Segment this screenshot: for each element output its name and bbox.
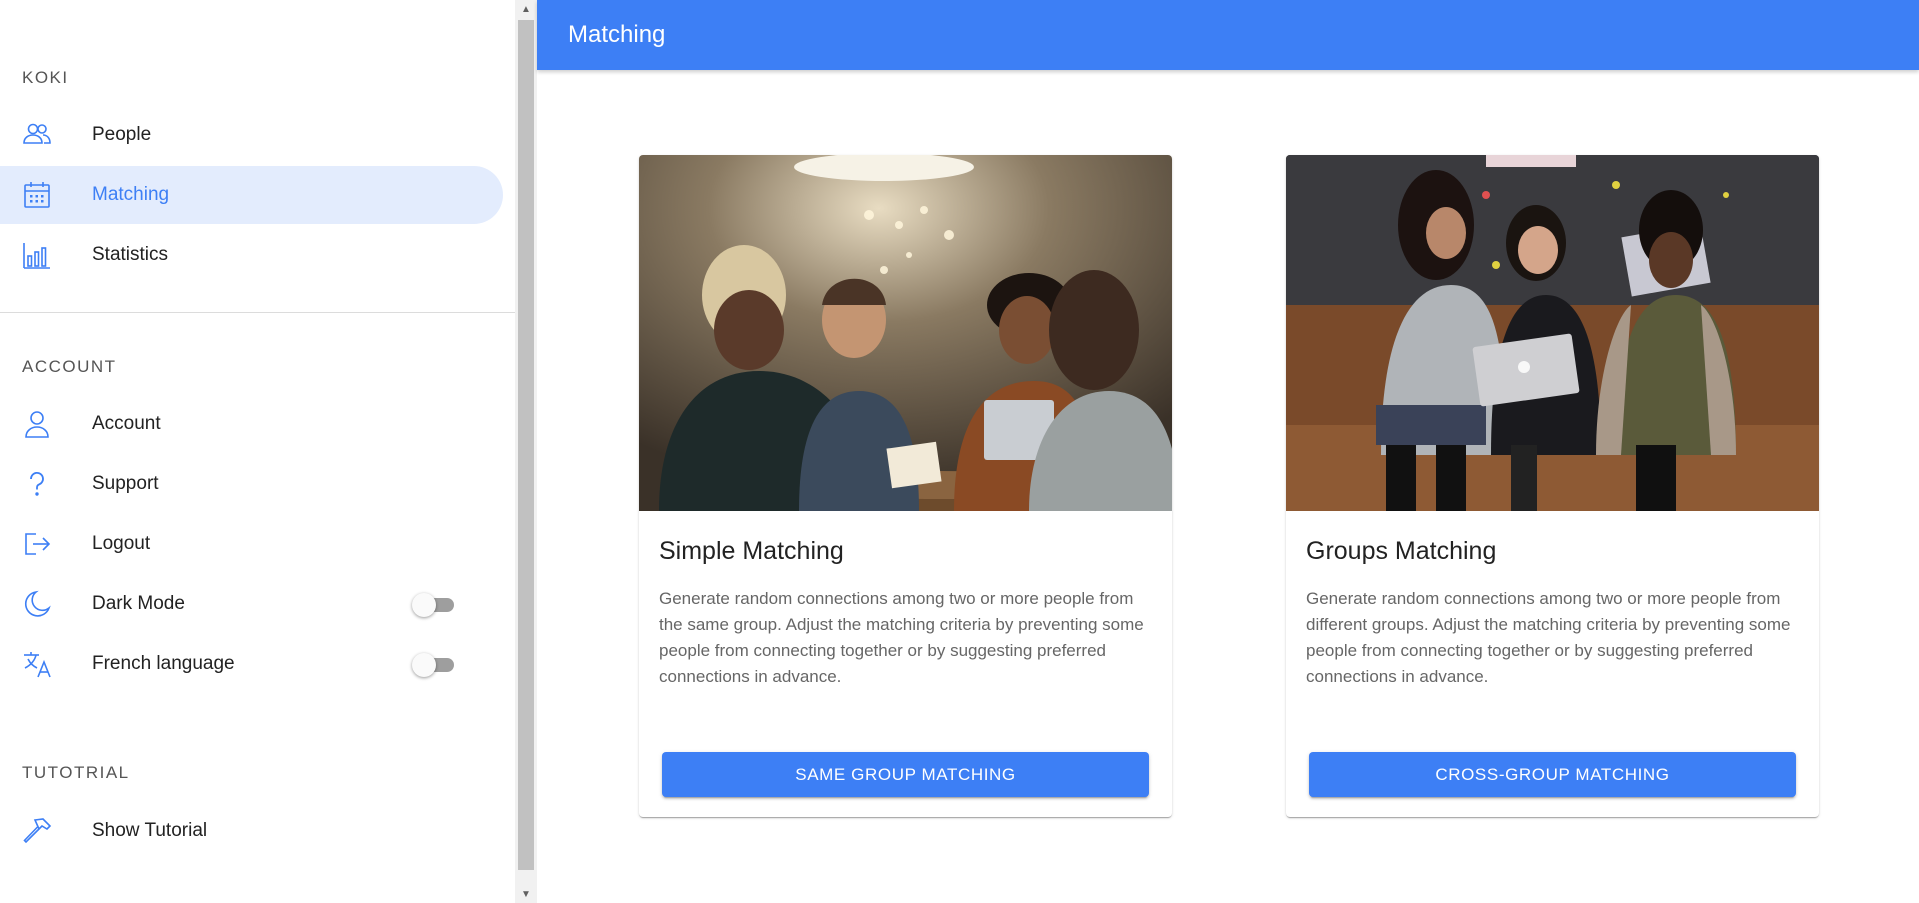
cross-group-matching-button[interactable]: CROSS-GROUP MATCHING (1309, 752, 1796, 797)
sidebar-item-label: Support (92, 473, 159, 494)
section-title-tutorial: TUTOTRIAL (22, 763, 130, 782)
sidebar-divider (0, 312, 515, 313)
bar-chart-icon (22, 240, 52, 270)
sidebar-item-french-language: French language (0, 635, 503, 693)
card-title: Simple Matching (659, 537, 844, 565)
sidebar-item-label: People (92, 124, 152, 145)
card-image (639, 155, 1172, 511)
person-icon (22, 409, 52, 439)
sidebar-item-account[interactable]: Account (0, 395, 503, 453)
app-bar: Matching (537, 0, 1919, 70)
same-group-matching-button[interactable]: SAME GROUP MATCHING (662, 752, 1149, 797)
card-title: Groups Matching (1306, 537, 1497, 565)
section-title-account: ACCOUNT (22, 357, 117, 376)
sidebar-item-dark-mode: Dark Mode (0, 575, 503, 633)
sidebar-item-label: Dark Mode (92, 593, 185, 614)
card-image (1286, 155, 1819, 511)
question-icon (22, 469, 52, 499)
sidebar-item-label: French language (92, 653, 235, 674)
hammer-icon (22, 816, 52, 846)
sidebar-item-label: Matching (92, 184, 170, 205)
sidebar-item-label: Logout (92, 533, 151, 554)
sidebar-item-label: Account (92, 413, 161, 434)
section-title-koki: KOKI (22, 68, 69, 87)
card-description: Generate random connections among two or… (1306, 589, 1791, 686)
scroll-thumb[interactable] (518, 20, 534, 870)
calendar-icon (22, 180, 52, 210)
sidebar-item-label: Show Tutorial (92, 820, 208, 841)
sidebar-item-matching[interactable]: Matching (0, 166, 503, 224)
page-title: Matching (568, 21, 666, 48)
scroll-down-arrow-icon[interactable]: ▼ (515, 885, 537, 903)
toggle-thumb (412, 653, 436, 677)
card-description: Generate random connections among two or… (659, 589, 1144, 686)
sidebar-item-logout[interactable]: Logout (0, 515, 503, 573)
scroll-up-arrow-icon[interactable]: ▲ (515, 0, 537, 18)
sidebar-item-show-tutorial[interactable]: Show Tutorial (0, 802, 503, 860)
translate-icon (22, 649, 52, 679)
sidebar: KOKI People Matching Statistics ACCOUNT … (0, 0, 515, 903)
toggle-thumb (412, 593, 436, 617)
people-icon (22, 120, 52, 150)
groups-matching-card: Groups Matching Generate random connecti… (1286, 155, 1819, 817)
sidebar-item-label: Statistics (92, 244, 169, 265)
sidebar-item-statistics[interactable]: Statistics (0, 226, 503, 284)
sidebar-item-support[interactable]: Support (0, 455, 503, 513)
moon-icon (22, 589, 52, 619)
sidebar-scrollbar[interactable]: ▲ ▼ (515, 0, 537, 903)
logout-icon (22, 529, 52, 559)
simple-matching-card: Simple Matching Generate random connecti… (639, 155, 1172, 817)
dark-mode-toggle[interactable] (412, 591, 458, 617)
main-content: Matching Simple Matching Generate random… (537, 0, 1919, 903)
sidebar-item-people[interactable]: People (0, 106, 503, 164)
french-language-toggle[interactable] (412, 651, 458, 677)
